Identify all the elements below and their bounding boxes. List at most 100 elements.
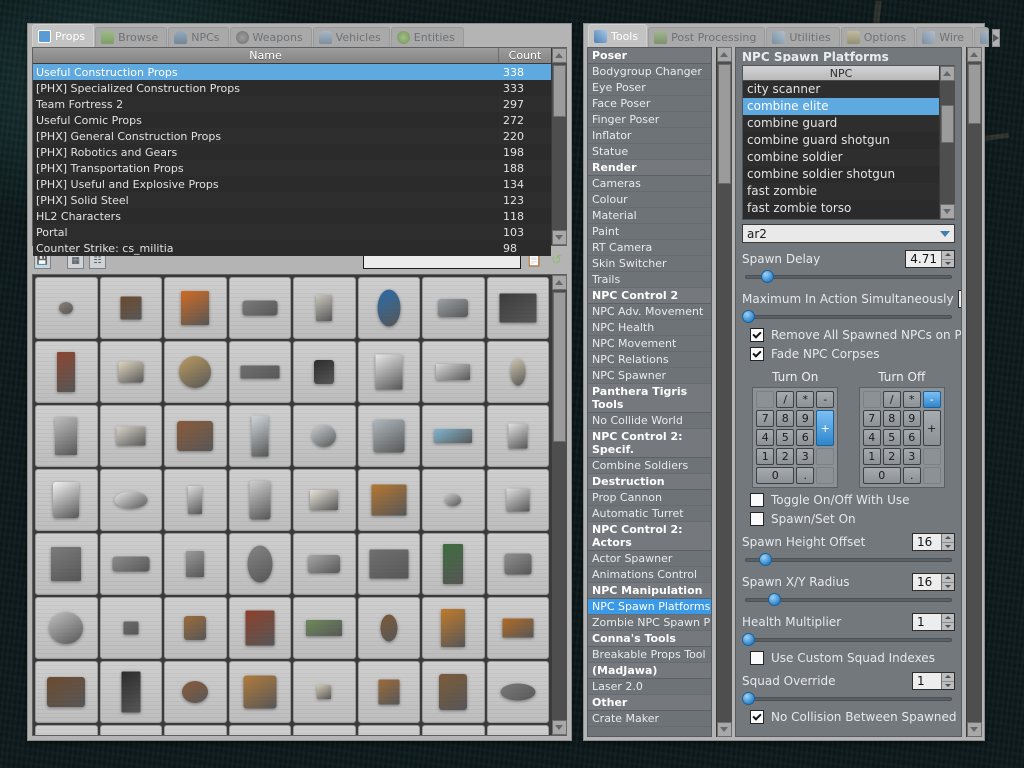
numpad-key[interactable]: 9 — [902, 410, 921, 427]
numpad-key[interactable]: . — [902, 467, 921, 484]
tool-list-item[interactable]: NPC Adv. Movement — [588, 304, 711, 320]
table-row[interactable]: Portal 103 — [33, 224, 551, 240]
remove-all-spawned-checkbox[interactable] — [750, 328, 764, 342]
numpad-key[interactable]: 6 — [796, 429, 815, 446]
prop-thumbnail[interactable] — [164, 469, 227, 531]
spawn-xy-radius-slider[interactable] — [742, 593, 955, 606]
tool-list-item[interactable]: Eye Poser — [588, 80, 711, 96]
toggle-with-use-row[interactable]: Toggle On/Off With Use — [742, 493, 955, 507]
prop-thumbnail[interactable] — [35, 533, 98, 595]
numpad-key[interactable]: 2 — [776, 448, 795, 465]
prop-thumbnail[interactable] — [422, 405, 485, 467]
numpad-key[interactable]: / — [776, 391, 795, 408]
prop-thumbnail[interactable] — [99, 533, 162, 595]
scroll-track[interactable] — [551, 63, 567, 230]
stepper-down[interactable] — [942, 682, 954, 690]
tool-list-item[interactable]: Zombie NPC Spawn Pla.. — [588, 615, 711, 631]
tool-list-item[interactable]: Actor Spawner — [588, 551, 711, 567]
health-multiplier-stepper[interactable] — [941, 614, 954, 630]
numpad-key[interactable]: / — [882, 391, 901, 408]
tool-list-item[interactable]: Statue — [588, 144, 711, 160]
stepper-up[interactable] — [942, 534, 954, 543]
scroll-thumb[interactable] — [717, 64, 731, 184]
turn-off-numpad[interactable]: / * - 7 8 9 +4 5 6 1 2 3 0. — [858, 387, 945, 488]
prop-thumbnail[interactable] — [357, 661, 420, 723]
tool-list-item[interactable]: NPC Spawn Platforms — [588, 599, 711, 615]
prop-thumbnail[interactable] — [99, 341, 162, 403]
scroll-track[interactable] — [939, 81, 955, 204]
prop-thumbnail[interactable] — [164, 533, 227, 595]
squad-override-stepper[interactable] — [941, 673, 954, 689]
tool-list-item[interactable]: Inflator — [588, 128, 711, 144]
tool-list-item[interactable]: NPC Relations — [588, 352, 711, 368]
prop-thumbnail[interactable] — [99, 725, 162, 735]
numpad-key[interactable]: 7 — [862, 410, 881, 427]
prop-thumbnail[interactable] — [422, 277, 485, 339]
health-multiplier-slider[interactable] — [742, 633, 955, 646]
tool-list-item[interactable]: NPC Spawner — [588, 368, 711, 384]
scroll-thumb[interactable] — [552, 292, 566, 442]
use-custom-squad-checkbox[interactable] — [750, 651, 764, 665]
table-row[interactable]: Counter Strike: cs_militia 98 — [33, 240, 551, 256]
npc-selector[interactable]: NPC city scanner combine elite combine gua… — [742, 65, 955, 220]
toggle-with-use-checkbox[interactable] — [750, 493, 764, 507]
table-row[interactable]: Team Fortress 2 297 — [33, 96, 551, 112]
prop-thumbnail[interactable] — [422, 469, 485, 531]
prop-thumbnail[interactable] — [357, 405, 420, 467]
tool-list-item[interactable]: Laser 2.0 — [588, 679, 711, 695]
stepper-down[interactable] — [942, 623, 954, 631]
tool-list-item[interactable]: Finger Poser — [588, 112, 711, 128]
prop-category-list[interactable]: Name Count Useful Construction Props 338[… — [32, 47, 567, 256]
numpad-key[interactable]: 2 — [882, 448, 901, 465]
tool-list-item[interactable]: Trails — [588, 272, 711, 288]
prop-thumbnail[interactable] — [422, 341, 485, 403]
tool-list-item[interactable]: Skin Switcher — [588, 256, 711, 272]
prop-thumbnail[interactable] — [99, 597, 162, 659]
prop-grid[interactable] — [33, 275, 551, 735]
numpad-key[interactable]: 6 — [902, 429, 921, 446]
prop-thumbnail[interactable] — [164, 597, 227, 659]
tool-list-item[interactable]: Breakable Props Tool — [588, 647, 711, 663]
numpad-key[interactable]: * — [902, 391, 921, 408]
numpad-key[interactable]: 3 — [902, 448, 921, 465]
prop-thumbnail[interactable] — [486, 725, 549, 735]
npc-list-item[interactable]: fast zombie torso — [743, 200, 939, 217]
numpad-key[interactable]: 0 — [756, 467, 795, 484]
prop-thumbnail[interactable] — [357, 277, 420, 339]
tab-props[interactable]: Props — [32, 24, 95, 47]
tool-list-item[interactable]: Paint — [588, 224, 711, 240]
tool-list-item[interactable]: Combine Soldiers — [588, 458, 711, 474]
fade-corpses-row[interactable]: Fade NPC Corpses — [742, 347, 955, 361]
scroll-down-button[interactable] — [551, 720, 567, 735]
squad-override-value[interactable]: 1 — [913, 673, 941, 689]
prop-thumbnail[interactable] — [228, 533, 291, 595]
fade-corpses-checkbox[interactable] — [750, 347, 764, 361]
numpad-key[interactable]: * — [796, 391, 815, 408]
remove-all-spawned-row[interactable]: Remove All Spawned NPCs on Platform — [742, 328, 961, 342]
prop-thumbnail[interactable] — [293, 341, 356, 403]
scroll-up-button[interactable] — [716, 47, 732, 62]
table-row[interactable]: [PHX] Solid Steel 123 — [33, 192, 551, 208]
chevron-right-icon[interactable] — [991, 29, 1000, 47]
scroll-up-button[interactable] — [966, 47, 982, 62]
weapon-dropdown[interactable]: ar2 — [742, 224, 955, 243]
npc-list-item[interactable]: combine guard shotgun — [743, 132, 939, 149]
spawn-height-offset-slider[interactable] — [742, 553, 955, 566]
tab-nc[interactable]: NC — [973, 27, 989, 47]
numpad-key[interactable]: 4 — [862, 429, 881, 446]
prop-thumbnail[interactable] — [293, 405, 356, 467]
turn-on-numpad[interactable]: / * - 7 8 9 +4 5 6 1 2 3 0. — [752, 387, 839, 488]
prop-thumbnail[interactable] — [486, 277, 549, 339]
stepper-up[interactable] — [942, 673, 954, 682]
spawn-delay-value[interactable]: 4.71 — [906, 251, 941, 267]
tab-options[interactable]: Options — [840, 27, 916, 47]
tool-list-item[interactable]: Animations Control — [588, 567, 711, 583]
tab-post-processing[interactable]: Post Processing — [648, 27, 766, 47]
numpad-key[interactable]: 1 — [862, 448, 881, 465]
tool-list-item[interactable]: RT Camera — [588, 240, 711, 256]
prop-thumbnail[interactable] — [486, 469, 549, 531]
prop-thumbnail[interactable] — [293, 661, 356, 723]
stepper-down[interactable] — [942, 583, 954, 591]
tools-panel-scrollbar[interactable] — [966, 47, 982, 737]
npc-list-scrollbar[interactable] — [939, 66, 955, 219]
